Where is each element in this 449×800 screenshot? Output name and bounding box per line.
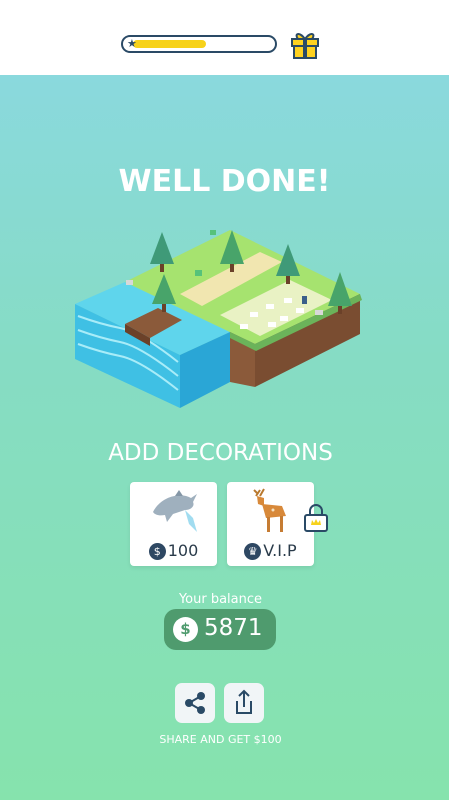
balance-value: 5871 (204, 615, 263, 641)
add-decorations-heading: ADD DECORATIONS (108, 440, 333, 466)
balance-label: Your balance (178, 592, 263, 607)
top-bar: ★ (0, 0, 449, 75)
island-illustration (75, 230, 362, 408)
page-title: WELL DONE! (118, 164, 331, 199)
decoration-price: ♛ V.I.P (227, 541, 314, 560)
share-icon (185, 692, 205, 714)
level-progress-fill (133, 40, 206, 48)
level-progress-bar: ★ (121, 35, 277, 53)
balance-display: $ 5871 (164, 609, 276, 650)
crown-icon: ♛ (244, 543, 262, 560)
deer-icon (253, 488, 286, 532)
export-button[interactable] (224, 683, 264, 723)
coin-icon: $ (148, 543, 166, 560)
coin-icon: $ (173, 617, 198, 642)
star-icon: ★ (127, 37, 137, 50)
decoration-price: $100 (130, 541, 217, 560)
share-reward-label: SHARE AND GET $100 (159, 733, 282, 746)
dolphin-icon (153, 490, 197, 532)
lock-icon (304, 504, 328, 532)
decoration-card-dolphin[interactable]: $100 (130, 482, 217, 566)
share-button[interactable] (175, 683, 215, 723)
gift-icon[interactable] (289, 28, 321, 60)
export-icon (236, 689, 252, 714)
